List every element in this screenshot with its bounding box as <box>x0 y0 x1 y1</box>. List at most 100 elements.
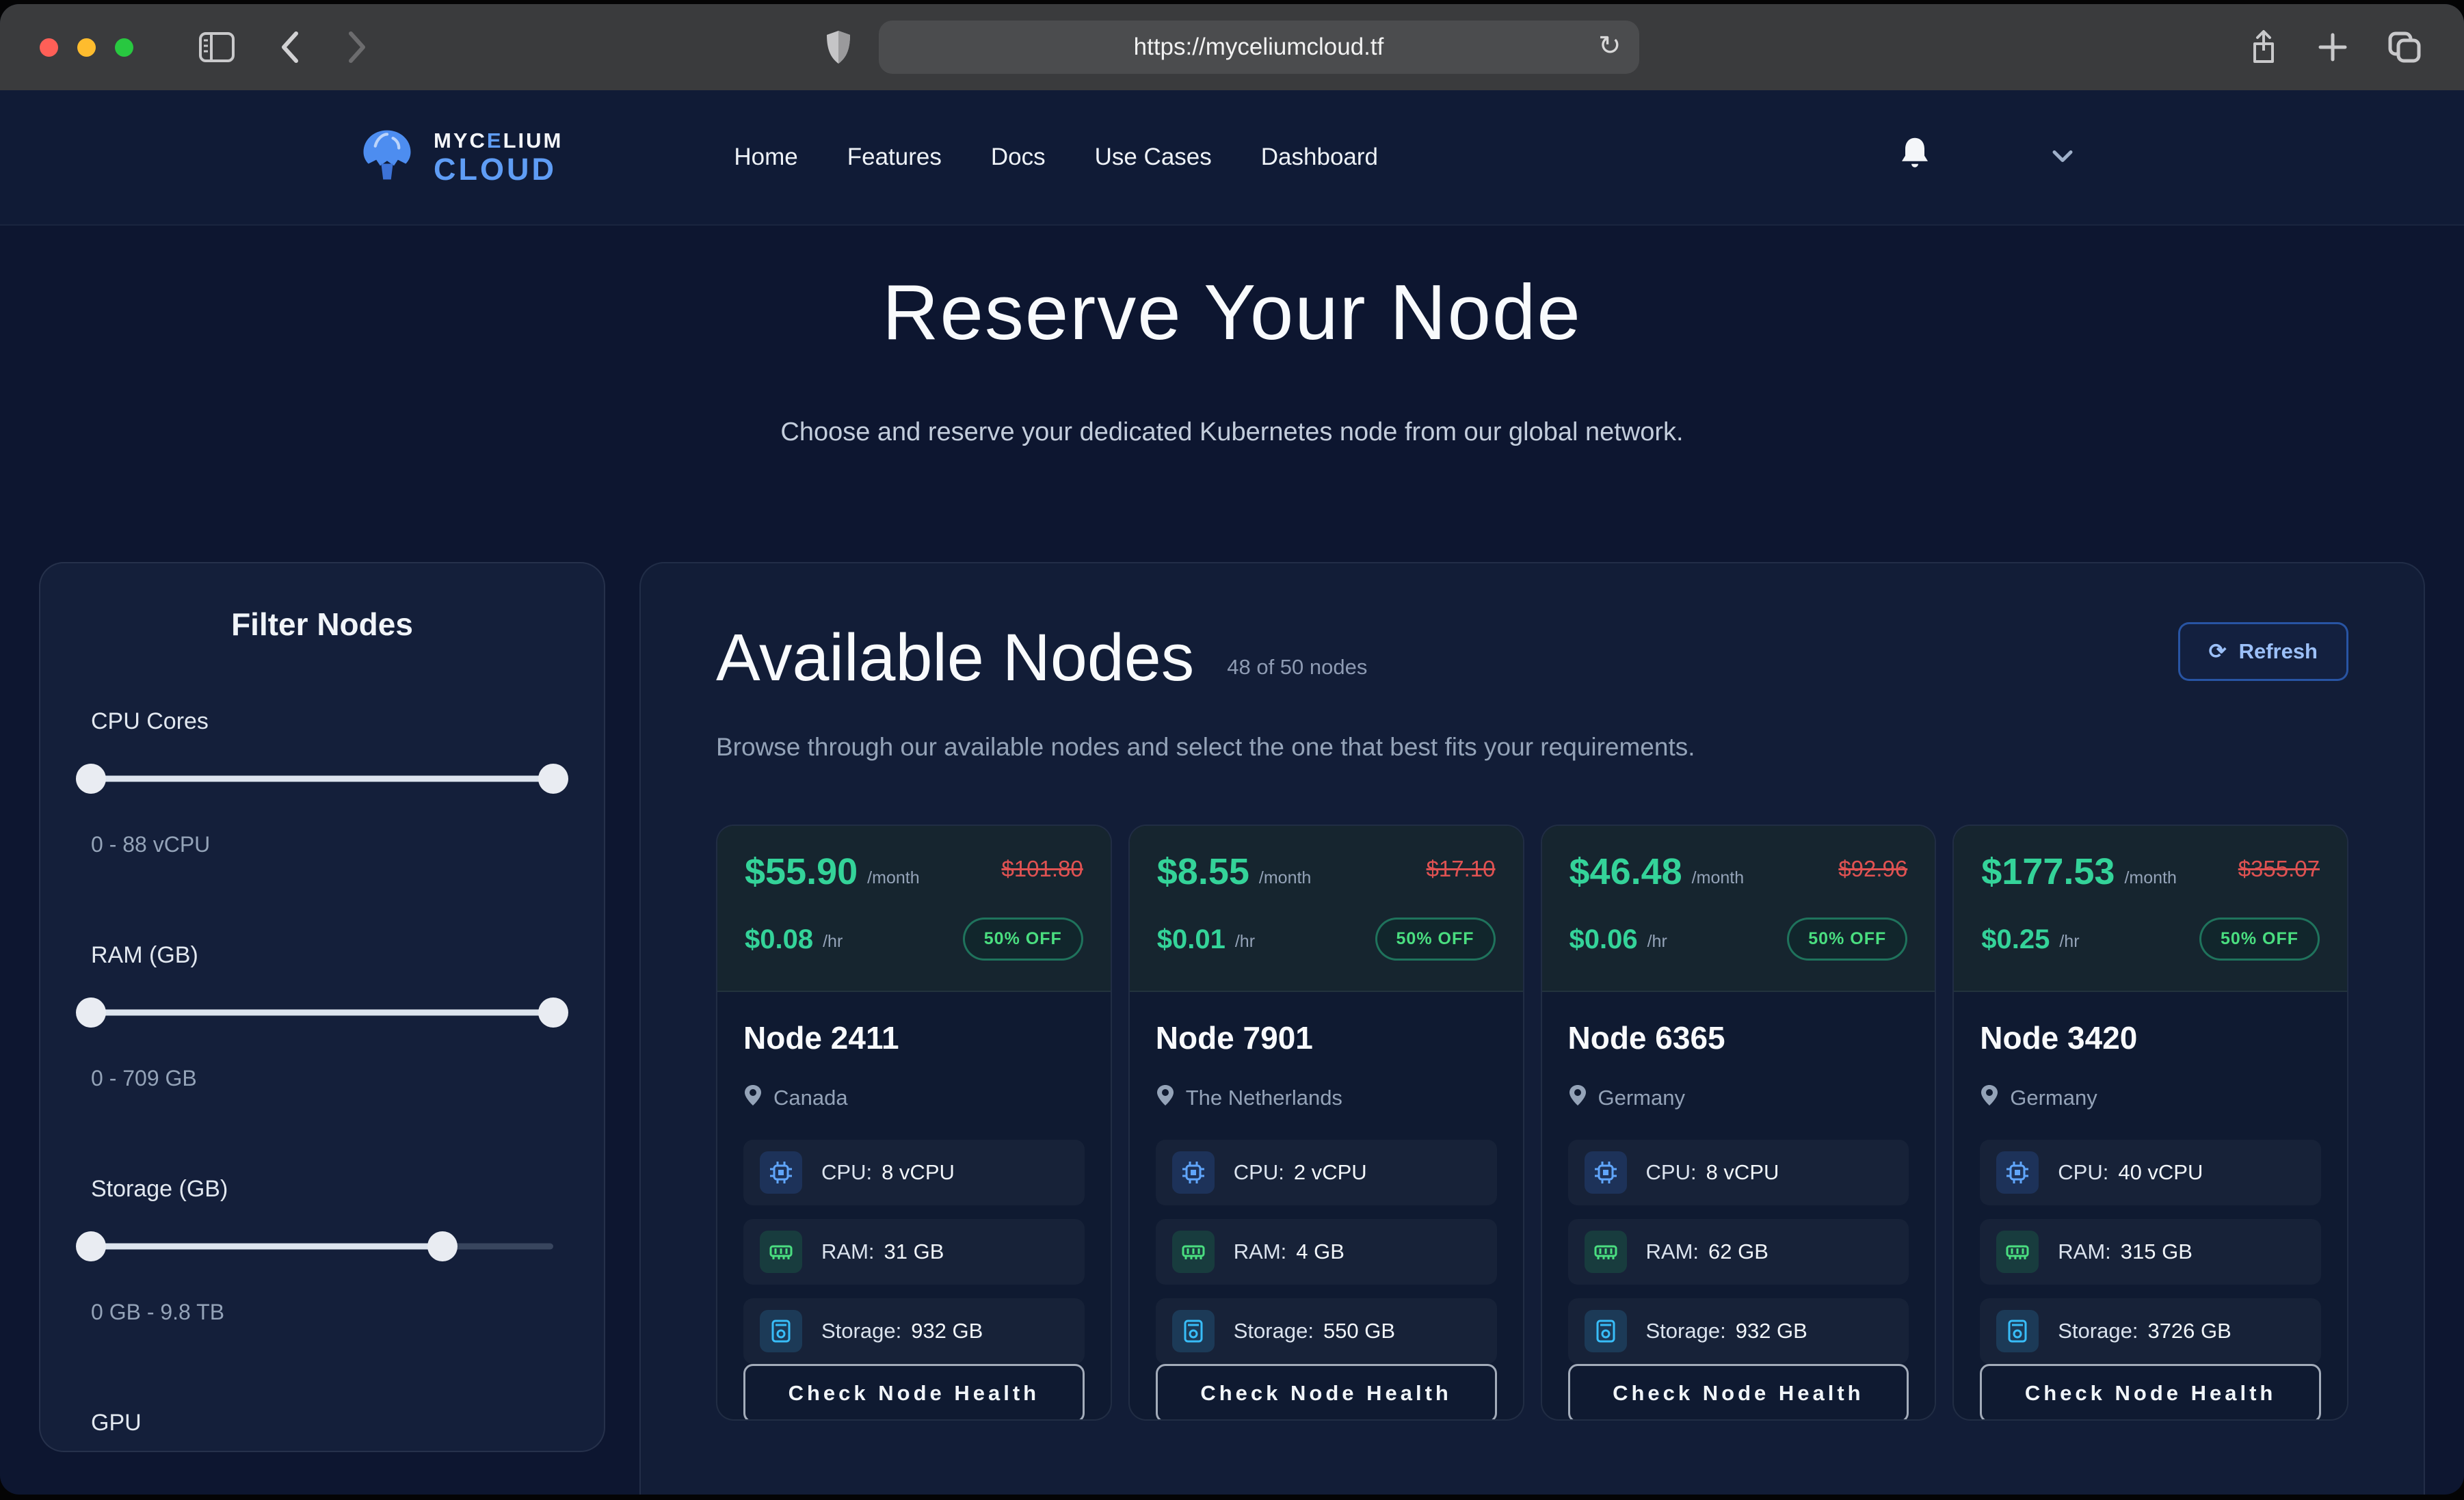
check-node-health-button[interactable]: Check Node Health <box>1568 1364 1909 1421</box>
nodes-count: 48 of 50 nodes <box>1227 655 1367 680</box>
notifications-bell-icon[interactable] <box>1900 137 1930 174</box>
sidebar-toggle-icon[interactable] <box>199 32 235 62</box>
node-location: Germany <box>2010 1086 2097 1110</box>
storage-spec-row: Storage:3726 GB <box>1980 1298 2321 1364</box>
ram-filter-label: RAM (GB) <box>91 942 553 969</box>
storage-value: 3726 GB <box>2147 1319 2231 1343</box>
monthly-price: $46.48 <box>1569 853 1682 890</box>
check-node-health-button[interactable]: Check Node Health <box>743 1364 1085 1421</box>
ram-icon <box>1585 1231 1627 1273</box>
browser-chrome: https://myceliumcloud.tf ↻ <box>0 4 2464 90</box>
hourly-price: $0.01 <box>1157 926 1226 953</box>
chevron-down-icon[interactable] <box>2052 144 2074 171</box>
node-cards-grid: $55.90 /month $101.80 $0.08 /hr 50% OFF … <box>716 825 2348 1421</box>
refresh-icon: ⟳ <box>2209 639 2227 664</box>
original-price: $355.07 <box>2238 856 2320 882</box>
slider-thumb-min[interactable] <box>76 1231 106 1261</box>
ram-range-slider[interactable] <box>91 997 553 1028</box>
storage-icon <box>1585 1310 1627 1352</box>
url-text: https://myceliumcloud.tf <box>1134 34 1384 61</box>
storage-filter-group: Storage (GB) 0 GB - 9.8 TB <box>91 1176 553 1325</box>
node-card[interactable]: $46.48 /month $92.96 $0.06 /hr 50% OFF N… <box>1541 825 1937 1421</box>
discount-badge: 50% OFF <box>1787 918 1907 961</box>
storage-value: 550 GB <box>1323 1319 1395 1343</box>
share-icon[interactable] <box>2249 29 2278 66</box>
new-tab-icon[interactable] <box>2318 32 2348 62</box>
filter-panel: Filter Nodes CPU Cores 0 - 88 vCPU RAM (… <box>39 562 605 1452</box>
storage-icon <box>760 1310 802 1352</box>
cpu-range-slider[interactable] <box>91 764 553 794</box>
panel-title: Available Nodes <box>716 624 1194 691</box>
original-price: $17.10 <box>1427 856 1496 882</box>
node-card[interactable]: $8.55 /month $17.10 $0.01 /hr 50% OFF No… <box>1128 825 1524 1421</box>
node-card[interactable]: $177.53 /month $355.07 $0.25 /hr 50% OFF… <box>1952 825 2348 1421</box>
location-pin-icon <box>743 1084 763 1112</box>
site-navbar: MYCELIUM CLOUD Home Features Docs Use Ca… <box>0 90 2464 226</box>
gpu-filter-label: GPU <box>91 1410 553 1436</box>
hourly-price: $0.06 <box>1569 926 1638 953</box>
cpu-spec-row: CPU:8 vCPU <box>743 1140 1085 1205</box>
cpu-value: 8 vCPU <box>882 1160 955 1184</box>
back-icon[interactable] <box>278 29 302 65</box>
node-location: The Netherlands <box>1186 1086 1342 1110</box>
nav-links: Home Features Docs Use Cases Dashboard <box>734 144 1378 171</box>
slider-track-active <box>91 1244 442 1250</box>
nav-link-dashboard[interactable]: Dashboard <box>1261 144 1378 171</box>
node-name: Node 2411 <box>743 1019 1085 1056</box>
cpu-spec-row: CPU:8 vCPU <box>1568 1140 1909 1205</box>
ram-value: 315 GB <box>2121 1240 2193 1263</box>
shield-icon[interactable] <box>825 29 851 65</box>
node-name: Node 3420 <box>1980 1019 2321 1056</box>
nav-link-home[interactable]: Home <box>734 144 797 171</box>
ram-value: 4 GB <box>1296 1240 1344 1263</box>
slider-thumb-max[interactable] <box>538 997 568 1028</box>
slider-thumb-min[interactable] <box>76 997 106 1028</box>
check-node-health-button[interactable]: Check Node Health <box>1980 1364 2321 1421</box>
storage-spec-row: Storage:550 GB <box>1156 1298 1497 1364</box>
close-window-button[interactable] <box>40 38 58 57</box>
storage-range-slider[interactable] <box>91 1231 553 1261</box>
slider-thumb-max[interactable] <box>538 764 568 794</box>
storage-spec-row: Storage:932 GB <box>743 1298 1085 1364</box>
ram-spec-row: RAM:31 GB <box>743 1219 1085 1285</box>
discount-badge: 50% OFF <box>1375 918 1496 961</box>
location-pin-icon <box>1980 1084 1999 1112</box>
check-node-health-button[interactable]: Check Node Health <box>1156 1364 1497 1421</box>
reload-icon[interactable]: ↻ <box>1598 30 1621 62</box>
filter-panel-title: Filter Nodes <box>91 606 553 643</box>
brand-logo[interactable]: MYCELIUM CLOUD <box>356 124 563 191</box>
cpu-value: 40 vCPU <box>2118 1160 2203 1184</box>
cpu-icon <box>1996 1151 2039 1194</box>
cpu-spec-row: CPU:2 vCPU <box>1156 1140 1497 1205</box>
brand-logo-icon <box>356 124 419 191</box>
slider-track-active <box>91 776 553 782</box>
cpu-icon <box>1172 1151 1215 1194</box>
location-pin-icon <box>1568 1084 1587 1112</box>
window-controls <box>40 38 133 57</box>
slider-thumb-min[interactable] <box>76 764 106 794</box>
node-name: Node 6365 <box>1568 1019 1909 1056</box>
nav-link-features[interactable]: Features <box>847 144 942 171</box>
original-price: $101.80 <box>1001 856 1083 882</box>
slider-thumb-max[interactable] <box>427 1231 458 1261</box>
minimize-window-button[interactable] <box>77 38 96 57</box>
nav-link-docs[interactable]: Docs <box>991 144 1046 171</box>
page-title: Reserve Your Node <box>0 268 2464 358</box>
ram-spec-row: RAM:315 GB <box>1980 1219 2321 1285</box>
zoom-window-button[interactable] <box>115 38 133 57</box>
address-bar[interactable]: https://myceliumcloud.tf ↻ <box>879 21 1639 74</box>
browser-window: https://myceliumcloud.tf ↻ MYCELIUM CLOU <box>0 4 2464 1495</box>
storage-icon <box>1172 1310 1215 1352</box>
forward-icon[interactable] <box>345 29 369 65</box>
storage-range-text: 0 GB - 9.8 TB <box>91 1300 553 1325</box>
refresh-button[interactable]: ⟳ Refresh <box>2178 622 2348 681</box>
node-name: Node 7901 <box>1156 1019 1497 1056</box>
original-price: $92.96 <box>1838 856 1907 882</box>
hero-section: Reserve Your Node Choose and reserve you… <box>0 268 2464 447</box>
ram-spec-row: RAM:4 GB <box>1156 1219 1497 1285</box>
node-card[interactable]: $55.90 /month $101.80 $0.08 /hr 50% OFF … <box>716 825 1112 1421</box>
ram-icon <box>1996 1231 2039 1273</box>
nav-link-use-cases[interactable]: Use Cases <box>1095 144 1212 171</box>
tab-overview-icon[interactable] <box>2387 31 2422 64</box>
cpu-value: 8 vCPU <box>1706 1160 1779 1184</box>
